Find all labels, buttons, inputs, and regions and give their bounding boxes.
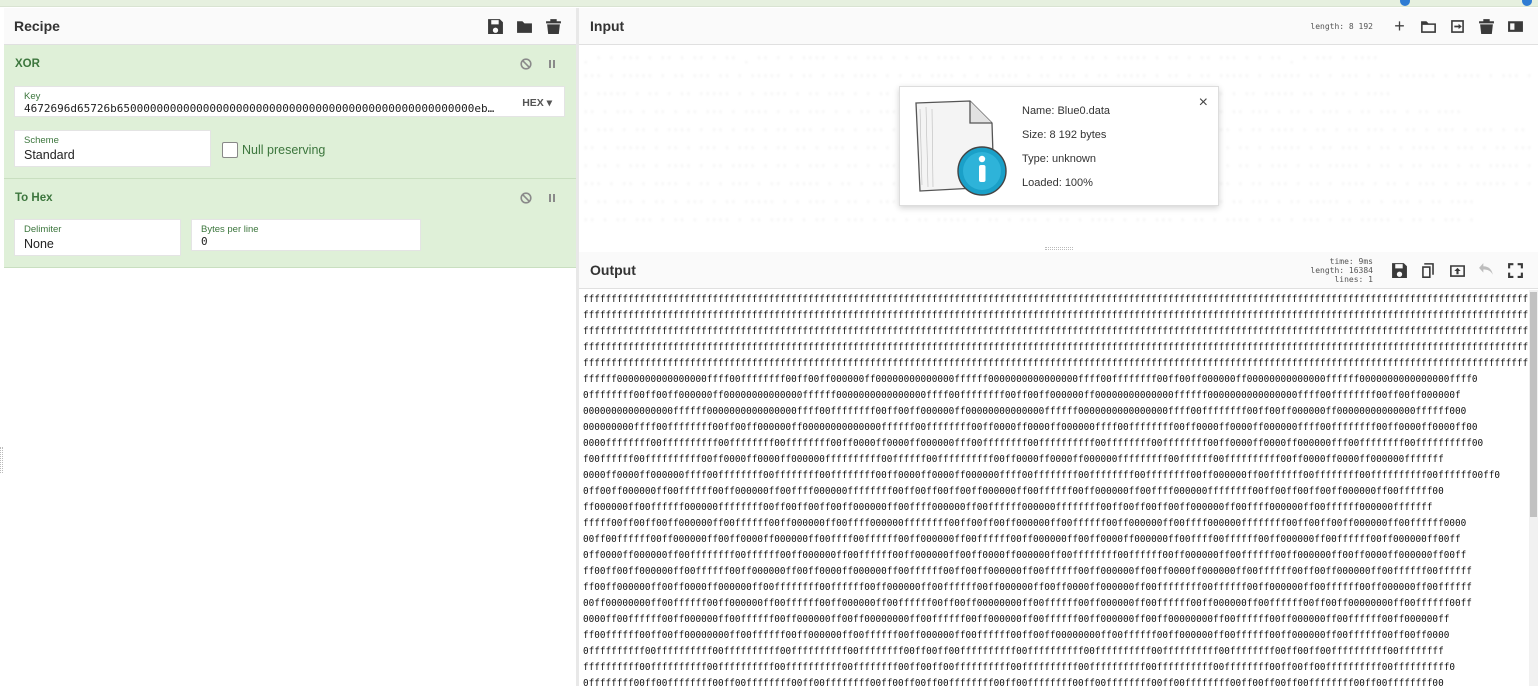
key-format-value: HEX: [522, 97, 544, 109]
file-size: Size: 8 192 bytes: [1022, 129, 1107, 141]
replace-input-icon[interactable]: [1449, 262, 1466, 279]
null-preserving-checkbox[interactable]: [222, 142, 238, 158]
disable-icon[interactable]: [520, 57, 532, 75]
output-line: ff00ff000000ff00ff0000ff000000ff00ffffff…: [583, 582, 1472, 593]
output-length: length: 16384: [1310, 265, 1373, 275]
help-icon[interactable]: [1522, 0, 1532, 6]
output-line: f00ffffff00ffffffffff00ff0000ff0000ff000…: [583, 454, 1444, 465]
output-line: ffffff0000000000000000ffff00ffffffff00ff…: [583, 374, 1478, 385]
bytes-per-line-field[interactable]: Bytes per line 0: [191, 219, 421, 251]
breakpoint-icon[interactable]: [546, 57, 558, 75]
xor-operation[interactable]: XOR Key 4672696d65726b650000000000000000…: [4, 45, 576, 179]
output-line: ffffffffffffffffffffffffffffffffffffffff…: [583, 326, 1529, 337]
output-line: 0000ff0000ff000000ffff00ffffffff00ffffff…: [583, 470, 1500, 481]
input-file-icon[interactable]: [1449, 18, 1466, 35]
plus-icon[interactable]: +: [1391, 16, 1408, 36]
disable-icon[interactable]: [520, 191, 532, 209]
key-field[interactable]: Key 4672696d65726b6500000000000000000000…: [14, 86, 565, 117]
scheme-value: Standard: [24, 148, 75, 162]
fullscreen-icon[interactable]: [1507, 262, 1524, 279]
output-stats: time: 9ms length: 16384 lines: 1: [1310, 257, 1373, 284]
input-header: Input length: 8 192 +: [579, 8, 1538, 45]
bytes-per-line-label: Bytes per line: [201, 224, 259, 235]
output-line: 0ffffffff00ff00ffffffff00ff00ffffffff00f…: [583, 678, 1444, 686]
save-icon[interactable]: [487, 18, 504, 35]
output-line: 0000ff00ffffff00ff000000ff00ffffff00ff00…: [583, 614, 1450, 625]
output-line: ff00ff00ff000000ff00ffffff00ff000000ff00…: [583, 566, 1472, 577]
recipe-title: Recipe: [14, 18, 60, 34]
output-line: ff000000ff00ffffff000000ffffffff00ff00ff…: [583, 502, 1433, 513]
close-icon[interactable]: ×: [1199, 94, 1208, 112]
folder-icon[interactable]: [516, 18, 533, 35]
output-line: fffff00ff00ff00ff000000ff00ffffff00ff000…: [583, 518, 1467, 529]
top-strip: [0, 0, 1538, 7]
output-line: ffffffffffffffffffffffffffffffffffffffff…: [583, 294, 1529, 305]
to-hex-operation[interactable]: To Hex Delimiter None Bytes per line 0: [4, 179, 576, 268]
layout-icon[interactable]: [1507, 18, 1524, 35]
output-line: ffffffffff00ffffffffff00ffffffffff00ffff…: [583, 662, 1455, 673]
recipe-header: Recipe: [4, 8, 576, 45]
null-preserving-label[interactable]: Null preserving: [242, 143, 325, 157]
file-type: Type: unknown: [1022, 153, 1096, 165]
input-title: Input: [590, 18, 625, 34]
output-line: ff00ffffff00ff00ff00000000ff00ffffff00ff…: [583, 630, 1450, 641]
output-line: 0000ffffffff00ffffffffff00ffffffff00ffff…: [583, 438, 1484, 449]
file-details-popup: Name: Blue0.data Size: 8 192 bytes Type:…: [899, 86, 1219, 206]
output-line: 000000000ffff00ffffffff00ff00ff000000ff0…: [583, 422, 1478, 433]
trash-icon[interactable]: [1478, 18, 1495, 35]
output-line: ffffffffffffffffffffffffffffffffffffffff…: [583, 358, 1529, 369]
output-header: Output time: 9ms length: 16384 lines: 1: [579, 252, 1538, 289]
folder-icon[interactable]: [1420, 18, 1437, 35]
delimiter-select[interactable]: Delimiter None: [14, 219, 181, 256]
delimiter-value: None: [24, 237, 54, 251]
output-line: 00ff00ffffff00ff000000ff00ff0000ff000000…: [583, 534, 1461, 545]
recipe-panel: Recipe XOR Key 4672696d65726b65000000000…: [4, 8, 576, 686]
output-scrollbar[interactable]: [1529, 290, 1538, 686]
output-line: 00ff00000000ff00ffffff00ff000000ff00ffff…: [583, 598, 1472, 609]
caret-down-icon: ▾: [546, 97, 552, 109]
output-time: time: 9ms: [1329, 256, 1373, 266]
output-lines: lines: 1: [1334, 274, 1373, 284]
input-output-resizer[interactable]: [1045, 247, 1073, 250]
file-name: Name: Blue0.data: [1022, 105, 1111, 117]
output-line: ffffffffffffffffffffffffffffffffffffffff…: [583, 342, 1529, 353]
undo-icon[interactable]: [1478, 262, 1495, 279]
scheme-label: Scheme: [24, 135, 59, 146]
resize-handle[interactable]: [0, 447, 3, 473]
to-hex-operation-title: To Hex: [15, 192, 53, 204]
key-input[interactable]: 4672696d65726b65000000000000000000000000…: [24, 102, 502, 115]
output-line: 0000000000000000ffffff0000000000000000ff…: [583, 406, 1467, 417]
output-line: 0ffffffff00ff00ff000000ff00000000000000f…: [583, 390, 1461, 401]
output-line: 0ff0000ff000000ff00ffffffff00ffffff00ff0…: [583, 550, 1467, 561]
file-loaded: Loaded: 100%: [1022, 177, 1093, 189]
trash-icon[interactable]: [545, 18, 562, 35]
file-info-icon: [915, 100, 1007, 196]
gear-icon[interactable]: [1400, 0, 1410, 6]
output-line: 0ff00ff000000ff00ffffff00ff000000ff00fff…: [583, 486, 1444, 497]
output-panel: Output time: 9ms length: 16384 lines: 1 …: [579, 252, 1538, 686]
input-text-line: . ' ' ''' ' '' ' '' ' '' . '' ' ' '''' '…: [583, 56, 1379, 66]
input-text-line: '' ' '' ''' ' '' ' '''' ' '' '''' ' '' '…: [583, 218, 1476, 228]
scheme-select[interactable]: Scheme Standard: [14, 130, 211, 167]
output-text[interactable]: ffffffffffffffffffffffffffffffffffffffff…: [579, 290, 1529, 686]
input-length: length: 8 192: [1310, 21, 1373, 31]
delimiter-label: Delimiter: [24, 224, 62, 235]
save-icon[interactable]: [1391, 262, 1408, 279]
output-title: Output: [590, 262, 636, 278]
key-label: Key: [24, 91, 41, 102]
bytes-per-line-input[interactable]: 0: [201, 235, 208, 248]
output-line: 0ffffffffff00ffffffffff00ffffffffff00fff…: [583, 646, 1444, 657]
output-line: ffffffffffffffffffffffffffffffffffffffff…: [583, 310, 1529, 321]
scrollbar-thumb[interactable]: [1530, 292, 1537, 517]
breakpoint-icon[interactable]: [546, 191, 558, 209]
key-format-dropdown[interactable]: HEX ▾: [522, 97, 552, 109]
xor-operation-title: XOR: [15, 58, 40, 70]
copy-icon[interactable]: [1420, 262, 1437, 279]
